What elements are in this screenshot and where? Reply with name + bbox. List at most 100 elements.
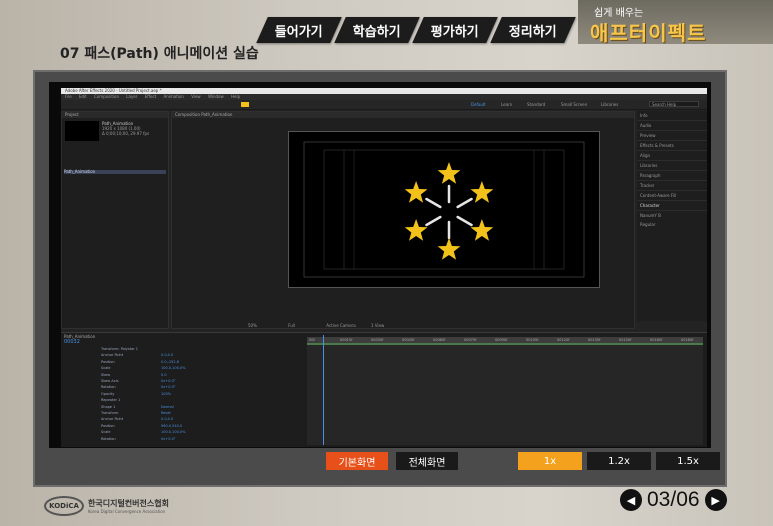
layer-property-value[interactable]: 0.0,0.0 bbox=[161, 353, 173, 357]
workspace-default[interactable]: Default bbox=[471, 102, 486, 107]
panel-audio[interactable]: Audio bbox=[637, 121, 707, 131]
nav-summary[interactable]: 정리하기 bbox=[490, 17, 576, 43]
star-shape[interactable] bbox=[404, 219, 428, 241]
character-style[interactable]: Regular bbox=[637, 220, 707, 229]
panel-info[interactable]: Info bbox=[637, 111, 707, 121]
panel-content-aware-fill[interactable]: Content-Aware Fill bbox=[637, 191, 707, 201]
view-select[interactable]: 1 View bbox=[371, 323, 384, 328]
composition-tab[interactable]: Composition Path_Animation bbox=[172, 112, 634, 118]
next-page-button[interactable]: ▶ bbox=[704, 489, 727, 511]
full-view-button[interactable]: 전체화면 bbox=[396, 452, 458, 470]
composition-canvas[interactable] bbox=[288, 131, 600, 288]
star-shape[interactable] bbox=[437, 162, 461, 184]
timeline-layer-row[interactable]: Scale 100.0,100.0% bbox=[61, 430, 306, 434]
speed-1-2x-button[interactable]: 1.2x bbox=[587, 452, 651, 470]
panel-align[interactable]: Align bbox=[637, 151, 707, 161]
workspace-learn[interactable]: Learn bbox=[501, 102, 512, 107]
video-screen[interactable]: Adobe After Effects 2020 - Untitled Proj… bbox=[49, 82, 711, 448]
nav-learn[interactable]: 학습하기 bbox=[334, 17, 420, 43]
menu-help[interactable]: Help bbox=[231, 94, 240, 99]
layer-property-value[interactable]: 0x+0.0° bbox=[161, 379, 176, 383]
layer-property-value[interactable]: 100.0,100.0% bbox=[161, 366, 185, 370]
character-font[interactable]: NanumY B bbox=[637, 211, 707, 220]
layer-property-value[interactable]: 0x+0.0° bbox=[161, 437, 176, 441]
timeline-layer-row[interactable]: Scale 100.0,100.0% bbox=[61, 366, 306, 370]
star-shape[interactable] bbox=[470, 181, 494, 203]
layer-property-value[interactable]: 0.0,-252.8 bbox=[161, 360, 179, 364]
layer-property-value[interactable]: 100% bbox=[161, 392, 171, 396]
repeater-trail bbox=[425, 215, 442, 227]
page-number: 03/06 bbox=[647, 488, 700, 511]
logo-name: 한국디지털컨버전스협회 bbox=[88, 499, 169, 508]
project-item[interactable]: Path_Animation bbox=[64, 170, 166, 174]
ruler-tick-label: 00165f bbox=[650, 338, 663, 342]
speed-1x-button[interactable]: 1x bbox=[518, 452, 582, 470]
workspace-standard[interactable]: Standard bbox=[527, 102, 545, 107]
layer-property-value[interactable]: 0.0 bbox=[161, 373, 167, 377]
camera-select[interactable]: Active Camera bbox=[326, 323, 355, 328]
layer-property-value[interactable]: 960.0,540.0 bbox=[161, 424, 182, 428]
timeline-layer-row[interactable]: Opacity 100% bbox=[61, 392, 306, 396]
timeline-layer-row[interactable]: Transform Reset bbox=[61, 411, 306, 415]
playhead[interactable] bbox=[323, 335, 324, 445]
layer-property-value[interactable]: 0x+0.0° bbox=[161, 385, 176, 389]
workspace-libraries[interactable]: Libraries bbox=[601, 102, 618, 107]
layer-property-value[interactable]: Normal bbox=[161, 405, 174, 409]
star-shape[interactable] bbox=[404, 181, 428, 203]
panel-paragraph[interactable]: Paragraph bbox=[637, 171, 707, 181]
repeater-trail bbox=[456, 197, 473, 209]
kodica-logo: KODiCA 한국디지털컨버전스협회 Korea Digital Converg… bbox=[44, 496, 169, 516]
panel-tracker[interactable]: Tracker bbox=[637, 181, 707, 191]
menu-animation[interactable]: Animation bbox=[164, 94, 184, 99]
timeline-layer-row[interactable]: Position 0.0,-252.8 bbox=[61, 360, 306, 364]
logo-text: 한국디지털컨버전스협회 Korea Digital Convergence As… bbox=[88, 498, 169, 514]
star-shape[interactable] bbox=[437, 238, 461, 260]
timeline-layer-row[interactable]: Anchor Point 0.0,0.0 bbox=[61, 353, 306, 357]
layer-property-value[interactable]: 0.0,0.0 bbox=[161, 417, 173, 421]
workspace-small-screen[interactable]: Small Screen bbox=[561, 102, 587, 107]
nav-evaluate[interactable]: 평가하기 bbox=[412, 17, 498, 43]
star-shape[interactable] bbox=[470, 219, 494, 241]
timeline-layer-row[interactable]: Skew 0.0 bbox=[61, 373, 306, 377]
timeline-track[interactable]: 00f 00015f 00030f 00045f 00060f 00075f 00090f 0… bbox=[307, 335, 703, 445]
ruler-tick-label: 00090f bbox=[495, 338, 508, 342]
project-panel-tab[interactable]: Project bbox=[62, 112, 168, 118]
menu-composition[interactable]: Composition bbox=[94, 94, 119, 99]
nav-intro[interactable]: 들어가기 bbox=[256, 17, 342, 43]
zoom-select[interactable]: 50% bbox=[248, 323, 257, 328]
timeline-layer-row[interactable]: Position 960.0,540.0 bbox=[61, 424, 306, 428]
layer-property-value[interactable]: 100.0,100.0% bbox=[161, 430, 185, 434]
menu-effect[interactable]: Effect bbox=[145, 94, 157, 99]
layer-property-value[interactable]: Reset bbox=[161, 411, 171, 415]
menu-window[interactable]: Window bbox=[208, 94, 224, 99]
prev-page-button[interactable]: ◀ bbox=[620, 489, 642, 511]
layer-property-name: Skew Axis bbox=[101, 379, 119, 383]
timeline-layer-row[interactable]: Repeater 1 bbox=[61, 398, 306, 402]
menu-layer[interactable]: Layer bbox=[126, 94, 137, 99]
ruler-tick-label: 00180f bbox=[681, 338, 694, 342]
timeline-layer-row[interactable]: Transform: Polystar 1 bbox=[61, 347, 306, 351]
work-area-bar[interactable] bbox=[307, 343, 703, 345]
speed-1-5x-button[interactable]: 1.5x bbox=[656, 452, 720, 470]
search-help-input[interactable]: Search Help bbox=[649, 101, 699, 107]
timecode[interactable]: 00032 bbox=[64, 339, 80, 345]
menu-file[interactable]: File bbox=[65, 94, 72, 99]
menu-edit[interactable]: Edit bbox=[79, 94, 87, 99]
timeline-layer-row[interactable]: Shape 1 Normal bbox=[61, 405, 306, 409]
timeline-layer-row[interactable]: Rotation 0x+0.0° bbox=[61, 385, 306, 389]
timeline-layer-row[interactable]: Skew Axis 0x+0.0° bbox=[61, 379, 306, 383]
ruler-tick-label: 00045f bbox=[402, 338, 415, 342]
fill-swatch[interactable] bbox=[241, 102, 249, 107]
basic-view-button[interactable]: 기본화면 bbox=[326, 452, 388, 470]
timeline-layer-row[interactable]: Rotation 0x+0.0° bbox=[61, 437, 306, 441]
panel-preview[interactable]: Preview bbox=[637, 131, 707, 141]
panel-character[interactable]: Character bbox=[637, 201, 707, 211]
timeline-layer-row[interactable]: Anchor Point 0.0,0.0 bbox=[61, 417, 306, 421]
menu-view[interactable]: View bbox=[191, 94, 201, 99]
resolution-select[interactable]: Full bbox=[288, 323, 295, 328]
panel-effects[interactable]: Effects & Presets bbox=[637, 141, 707, 151]
layer-property-name: Position bbox=[101, 423, 115, 428]
layer-property-name: Scale bbox=[101, 366, 111, 371]
nav-evaluate-label: 평가하기 bbox=[431, 24, 479, 40]
panel-libraries[interactable]: Libraries bbox=[637, 161, 707, 171]
